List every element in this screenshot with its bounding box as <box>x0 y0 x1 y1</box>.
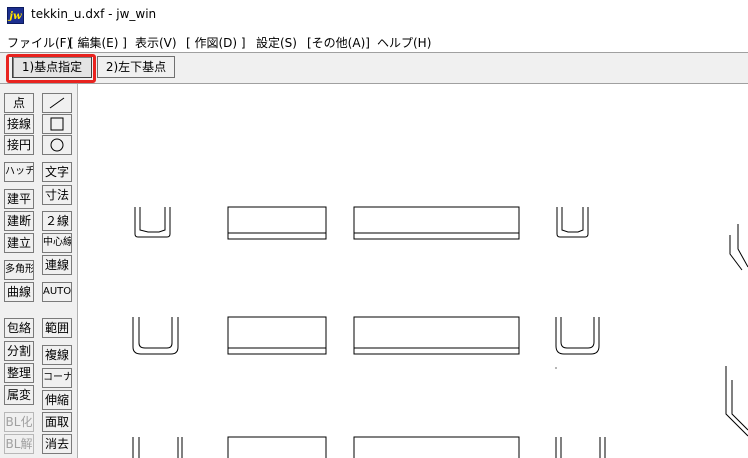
title-bar: jw tekkin_u.dxf - jw_win <box>0 0 748 30</box>
tool-circle[interactable] <box>42 135 72 155</box>
tool-polygon[interactable]: 多角形 <box>4 260 34 280</box>
u-shape-row2-a <box>132 317 179 355</box>
tool-corner[interactable]: コーナー <box>42 368 72 388</box>
tool-line[interactable] <box>42 93 72 113</box>
rect-row2-a <box>227 316 327 355</box>
tool-building-plan[interactable]: 建平 <box>4 189 34 209</box>
menu-file[interactable]: ファイル(F) <box>7 34 71 51</box>
tool-divide[interactable]: 分割 <box>4 341 34 361</box>
tool-organize[interactable]: 整理 <box>4 363 34 383</box>
tool-panel: 点 接線 接円 ハッチ 建平 建断 建立 多角形 曲線 包絡 分割 整理 属変 … <box>0 84 78 458</box>
menu-draw[interactable]: [ 作図(D) ] <box>186 34 246 51</box>
tool-envelope[interactable]: 包絡 <box>4 318 34 338</box>
rect-row1-b <box>353 206 520 240</box>
u-shape-row1-b <box>556 207 589 238</box>
command-toolbar: 1)基点指定 2)左下基点 <box>0 52 748 84</box>
tool-offset-line[interactable]: 複線 <box>42 345 72 365</box>
tool-erase[interactable]: 消去 <box>42 434 72 454</box>
lower-left-base-button[interactable]: 2)左下基点 <box>97 56 175 78</box>
u-shape-row1-a <box>134 207 171 238</box>
app-icon: jw <box>7 7 24 24</box>
tool-attribute-change[interactable]: 属変 <box>4 385 34 405</box>
tool-range[interactable]: 範囲 <box>42 318 72 338</box>
menu-settings[interactable]: 設定(S) <box>256 34 297 51</box>
u-shape-row3-a <box>132 437 183 458</box>
tool-block-release[interactable]: BL解 <box>4 434 34 454</box>
tool-center-line[interactable]: 中心線 <box>42 233 72 253</box>
tool-continuous-line[interactable]: 連線 <box>42 255 72 275</box>
rect-row3-a <box>227 436 327 458</box>
window-title: tekkin_u.dxf - jw_win <box>31 7 157 21</box>
menu-edit[interactable]: [ 編集(E) ] <box>69 34 127 51</box>
tool-rectangle[interactable] <box>42 114 72 134</box>
tool-text[interactable]: 文字 <box>42 162 72 182</box>
tool-block-create[interactable]: BL化 <box>4 412 34 432</box>
tool-tangent-circle[interactable]: 接円 <box>4 135 34 155</box>
bent-bar-row1 <box>729 224 748 271</box>
tool-extend[interactable]: 伸縮 <box>42 390 72 410</box>
tool-auto[interactable]: AUTO <box>42 282 72 302</box>
menu-other[interactable]: [その他(A)] <box>307 34 370 51</box>
highlight-box <box>6 54 96 83</box>
line-icon <box>49 97 65 109</box>
tool-hatch[interactable]: ハッチ <box>4 162 34 182</box>
rect-row1-a <box>227 206 327 240</box>
tool-double-line[interactable]: ２線 <box>42 211 72 231</box>
u-shape-row3-b <box>555 437 606 458</box>
tool-dimension[interactable]: 寸法 <box>42 185 72 205</box>
tool-tangent-line[interactable]: 接線 <box>4 114 34 134</box>
rect-row3-b <box>353 436 520 458</box>
menu-bar: ファイル(F) [ 編集(E) ] 表示(V) [ 作図(D) ] 設定(S) … <box>0 30 748 52</box>
drawing-canvas[interactable] <box>78 84 748 458</box>
rect-row2-b <box>353 316 520 355</box>
menu-help[interactable]: ヘルプ(H) <box>377 34 431 51</box>
tool-building-elevation[interactable]: 建立 <box>4 233 34 253</box>
bent-bar-row2 <box>725 366 748 437</box>
drawing-svg <box>132 206 748 458</box>
tool-curve[interactable]: 曲線 <box>4 282 34 302</box>
u-shape-row2-b <box>555 317 600 355</box>
tool-building-section[interactable]: 建断 <box>4 211 34 231</box>
rectangle-icon <box>50 117 64 131</box>
circle-icon <box>50 138 64 152</box>
tool-chamfer[interactable]: 面取 <box>42 412 72 432</box>
menu-view[interactable]: 表示(V) <box>135 34 177 51</box>
tool-point[interactable]: 点 <box>4 93 34 113</box>
